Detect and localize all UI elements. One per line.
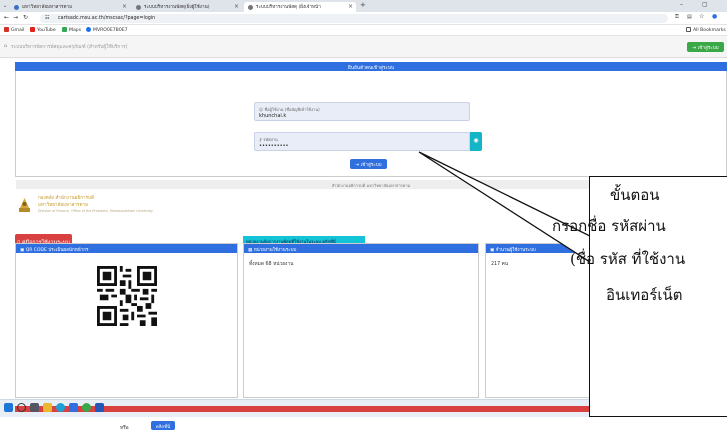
username-field[interactable]: ☺ ชื่อผู้ใช้งาน (ชื่อบัญชีเข้าใช้งาน) kh… <box>254 102 470 121</box>
bookmark-youtube[interactable]: YouTube <box>30 27 56 33</box>
maps-icon <box>62 27 67 32</box>
instruction-callout: ขั้นตอน กรอกชื่อ รหัสผ่าน (ชื่อ รหัส ที่… <box>552 176 727 417</box>
org-line-2: มหาวิทยาลัยมหาสารคาม <box>38 203 89 208</box>
app-icon[interactable] <box>95 403 104 412</box>
callout-line-3: (ชื่อ รหัส ที่ใช้งาน <box>570 250 686 268</box>
header-login-button[interactable]: ⇥ เข้าสู่ระบบ <box>687 42 724 52</box>
close-tab-icon[interactable]: × <box>348 3 353 10</box>
staff-card-header: ▦ หน่วยงานใช้งานระบบ <box>244 244 478 253</box>
tab-label: ระบบบริหารงานพัสดุ(ฝั่งผู้ใช้งาน) <box>144 5 210 10</box>
org-line-1: กองคลัง สำนักงานอธิการบดี <box>38 196 94 201</box>
doc-favicon-icon <box>248 5 253 10</box>
bookmark-maps[interactable]: Maps <box>62 27 81 33</box>
site-info-icon[interactable]: ☷ <box>45 15 49 21</box>
username-label: ☺ ชื่อผู้ใช้งาน (ชื่อบัญชีเข้าใช้งาน) <box>259 107 320 112</box>
university-emblem-icon <box>19 198 30 212</box>
tab-supply-staff[interactable]: ระบบบริหารงานพัสดุ (ฝั่งเจ้าหน้า × <box>244 2 356 12</box>
password-key-icon[interactable]: ⚿ <box>675 14 679 20</box>
translate-icon[interactable]: ▤ <box>687 14 692 20</box>
user-icon: ☺ <box>259 107 264 112</box>
site-title: ระบบบริหารจัดการพัสดุและครุภัณฑ์ (สำหรับ… <box>11 45 128 50</box>
password-input[interactable]: •••••••••• <box>259 143 289 149</box>
chrome-icon[interactable] <box>82 403 91 412</box>
org-line-3: Division of Finance, Office of the Presi… <box>38 209 153 213</box>
qr-icon: ▣ <box>20 248 25 253</box>
password-field[interactable]: ⚷ รหัสผ่าน •••••••••• <box>254 132 470 151</box>
file-explorer-icon[interactable] <box>43 403 52 412</box>
doc-favicon-icon <box>136 5 141 10</box>
globe-icon <box>86 27 91 32</box>
login-panel-title: ยืนยันตัวตนเข้าสู่ระบบ <box>15 62 727 71</box>
users-icon: ▣ <box>490 248 495 253</box>
building-icon: ▦ <box>248 248 253 253</box>
close-tab-icon[interactable]: × <box>234 3 239 10</box>
search-icon[interactable] <box>17 403 26 412</box>
back-icon[interactable]: ← <box>4 14 9 21</box>
tab-list-icon[interactable]: ⌄ <box>3 3 7 9</box>
home-icon: ⌂ <box>4 43 8 49</box>
youtube-icon <box>30 27 35 32</box>
username-input[interactable]: khunchai.k <box>259 113 286 119</box>
tab-label: ระบบบริหารงานพัสดุ (ฝั่งเจ้าหน้า <box>256 5 321 10</box>
reload-icon[interactable]: ↻ <box>23 14 28 21</box>
edge-icon[interactable] <box>56 403 65 412</box>
bookmarks-bar: Gmail YouTube Maps MVRO0E7B0E7 All Bookm… <box>0 25 727 36</box>
callout-line-2: กรอกชื่อ รหัสผ่าน <box>552 217 666 235</box>
qr-click-here-button[interactable]: คลิกที่นี่ <box>151 421 175 430</box>
msu-favicon-icon <box>14 5 19 10</box>
qr-code-image <box>97 266 157 326</box>
task-view-icon[interactable] <box>30 403 39 412</box>
gmail-icon <box>4 27 9 32</box>
store-icon[interactable] <box>69 403 78 412</box>
tab-msu[interactable]: มหาวิทยาลัยมหาสารคาม × <box>10 2 130 12</box>
profile-icon[interactable]: ● <box>712 13 717 20</box>
show-password-eye-icon[interactable]: ◉ <box>470 132 482 151</box>
star-icon[interactable]: ☆ <box>699 13 704 20</box>
bookmark-gmail[interactable]: Gmail <box>4 27 24 33</box>
staff-card-value: ทั้งหมด 68 หน่วยงาน <box>249 262 294 267</box>
submit-login-button[interactable]: ⇥ เข้าสู่ระบบ <box>350 159 387 169</box>
browser-tab-bar: ⌄ มหาวิทยาลัยมหาสารคาม × ระบบบริหารงานพั… <box>0 0 727 12</box>
site-header: ⌂ ระบบบริหารจัดการพัสดุและครุภัณฑ์ (สำหร… <box>0 36 727 58</box>
address-bar: ← → ↻ ☷ cartsadc.msu.ac.th/mscsac/?page=… <box>0 12 727 25</box>
folder-icon <box>686 27 691 32</box>
users-card-value: 217 คน <box>491 262 509 267</box>
close-tab-icon[interactable]: × <box>122 3 127 10</box>
windows-start-icon[interactable] <box>4 403 13 412</box>
callout-line-1: ขั้นตอน <box>610 186 660 204</box>
key-icon: ⚷ <box>259 137 262 142</box>
staff-card: ▦ หน่วยงานใช้งานระบบ ทั้งหมด 68 หน่วยงาน <box>243 243 479 398</box>
tab-label: มหาวิทยาลัยมหาสารคาม <box>22 5 73 10</box>
minimize-icon[interactable]: – <box>680 1 683 8</box>
callout-line-4: อินเทอร์เน็ต <box>606 286 683 304</box>
password-label: ⚷ รหัสผ่าน <box>259 137 278 142</box>
university-logo <box>18 196 31 213</box>
new-tab-button[interactable]: + <box>360 1 366 9</box>
qr-card-header: ▣ QR CODE ประเมินผลนักหน้ากร <box>16 244 237 253</box>
maximize-icon[interactable]: ▢ <box>702 1 708 8</box>
qr-card: ▣ QR CODE ประเมินผลนักหน้ากร หรือ คลิกที… <box>15 243 238 431</box>
bookmark-mvro[interactable]: MVRO0E7B0E7 <box>86 27 128 33</box>
login-icon: ⇥ <box>692 45 697 51</box>
tab-supply-user[interactable]: ระบบบริหารงานพัสดุ(ฝั่งผู้ใช้งาน) × <box>132 2 242 12</box>
qr-or-text: หรือ <box>120 426 129 431</box>
forward-icon[interactable]: → <box>13 14 18 21</box>
url-input[interactable]: ☷ cartsadc.msu.ac.th/mscsac/?page=login <box>40 14 668 23</box>
login-icon: ⇥ <box>355 162 360 168</box>
all-bookmarks[interactable]: All Bookmarks <box>686 27 726 33</box>
url-text: cartsadc.msu.ac.th/mscsac/?page=login <box>58 16 156 21</box>
